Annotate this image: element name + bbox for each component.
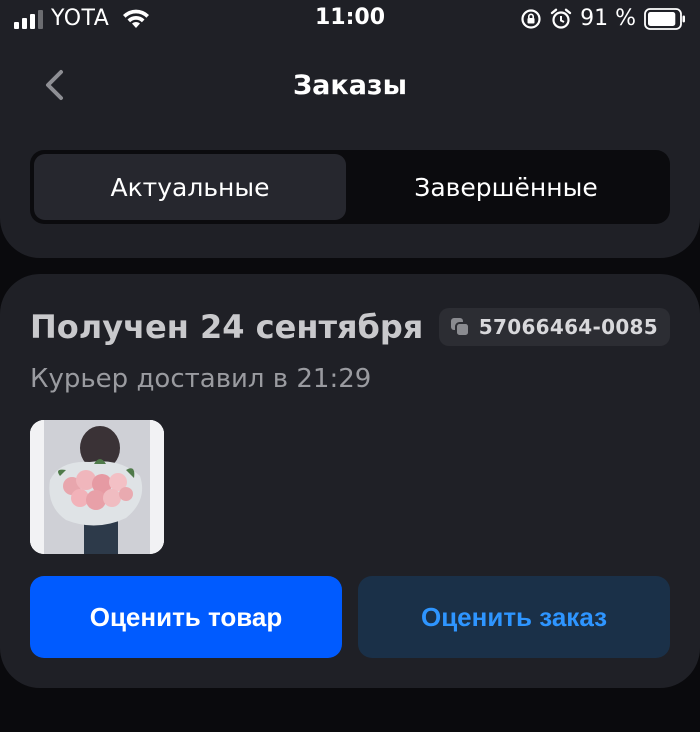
tab-completed[interactable]: Завершённые [346, 154, 666, 220]
battery-icon [644, 7, 685, 30]
header-panel: YOTA 11:00 91 % Заказы Актуальные Заверш… [0, 0, 700, 258]
product-thumbnail[interactable] [30, 420, 164, 554]
status-right: 91 % [520, 6, 686, 31]
order-number-badge[interactable]: 57066464-0085 [438, 308, 670, 346]
orders-screen: YOTA 11:00 91 % Заказы Актуальные Заверш… [0, 0, 700, 732]
delivery-info: Курьер доставил в 21:29 [30, 364, 372, 394]
rate-order-button[interactable]: Оценить заказ [358, 576, 670, 658]
orders-tabs: Актуальные Завершённые [30, 150, 670, 224]
bouquet-image [30, 420, 164, 554]
order-card[interactable]: Получен 24 сентября 57066464-0085 Курьер… [0, 274, 700, 688]
rotation-lock-icon [521, 8, 541, 29]
status-bar: YOTA 11:00 91 % [0, 0, 700, 40]
order-number: 57066464-0085 [478, 315, 658, 339]
alarm-icon [550, 8, 572, 29]
order-status-title: Получен 24 сентября [30, 308, 424, 346]
copy-icon [450, 318, 470, 337]
page-title: Заказы [292, 70, 408, 101]
battery-percentage: 91 % [580, 6, 636, 31]
rate-product-button[interactable]: Оценить товар [30, 576, 342, 658]
tab-current[interactable]: Актуальные [34, 154, 346, 220]
